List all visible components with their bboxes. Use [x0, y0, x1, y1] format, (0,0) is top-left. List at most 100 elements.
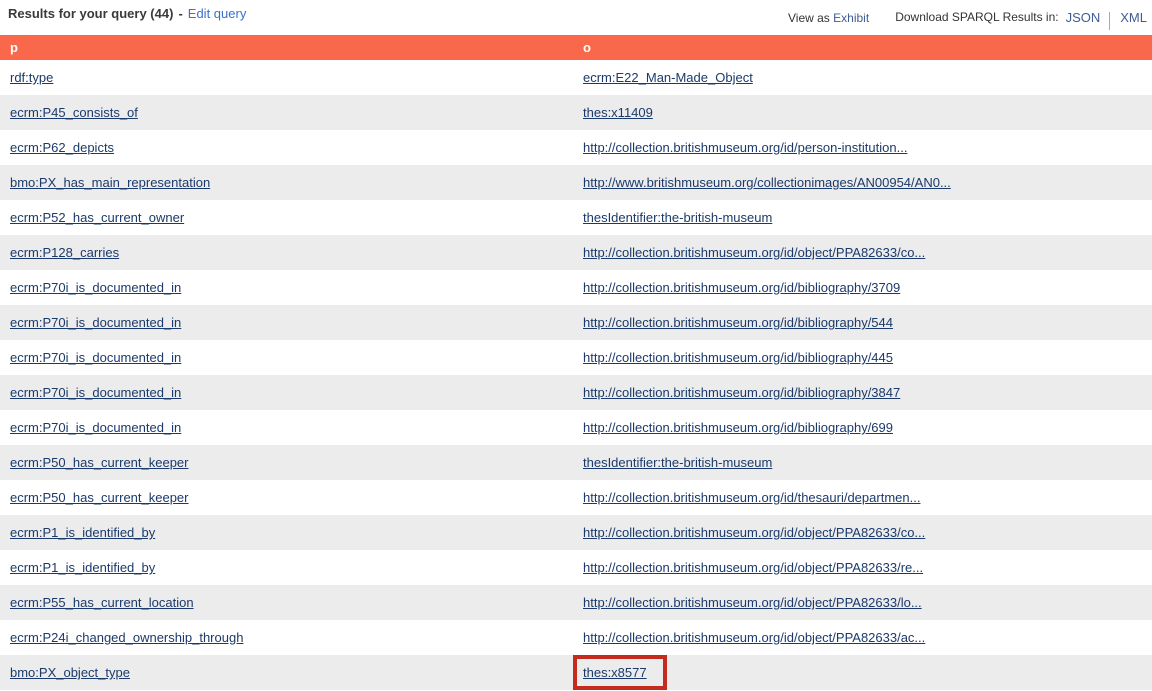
p-link[interactable]: ecrm:P128_carries [10, 245, 119, 260]
table-row: bmo:PX_object_type thes:x8577 [0, 655, 1152, 690]
o-link[interactable]: thes:x8577 [583, 665, 647, 680]
table-row: ecrm:P52_has_current_owner thesIdentifie… [0, 200, 1152, 235]
p-link[interactable]: ecrm:P24i_changed_ownership_through [10, 630, 243, 645]
table-row: ecrm:P50_has_current_keeper thesIdentifi… [0, 445, 1152, 480]
top-bar: Results for your query (44)-Edit query V… [0, 0, 1152, 35]
o-link[interactable]: thesIdentifier:the-british-museum [583, 455, 772, 470]
p-cell: ecrm:P128_carries [0, 245, 576, 260]
p-link[interactable]: ecrm:P70i_is_documented_in [10, 420, 181, 435]
o-link-wrap: http://collection.britishmuseum.org/id/o… [583, 595, 922, 610]
p-cell: ecrm:P70i_is_documented_in [0, 280, 576, 295]
p-link[interactable]: ecrm:P55_has_current_location [10, 595, 194, 610]
table-row: ecrm:P70i_is_documented_in http://collec… [0, 375, 1152, 410]
o-link[interactable]: http://collection.britishmuseum.org/id/o… [583, 595, 922, 610]
o-cell: http://collection.britishmuseum.org/id/b… [576, 385, 1152, 400]
o-link[interactable]: http://collection.britishmuseum.org/id/b… [583, 350, 893, 365]
p-link[interactable]: ecrm:P1_is_identified_by [10, 525, 155, 540]
p-cell: ecrm:P62_depicts [0, 140, 576, 155]
table-row: ecrm:P128_carries http://collection.brit… [0, 235, 1152, 270]
title-separator: - [178, 6, 182, 21]
o-link[interactable]: ecrm:E22_Man-Made_Object [583, 70, 753, 85]
p-link[interactable]: ecrm:P50_has_current_keeper [10, 455, 189, 470]
o-cell: thes:x11409 [576, 105, 1152, 120]
view-as-label: View as [788, 11, 830, 25]
o-link-wrap: http://collection.britishmuseum.org/id/o… [583, 525, 925, 540]
o-link[interactable]: http://collection.britishmuseum.org/id/t… [583, 490, 920, 505]
o-link-wrap: http://www.britishmuseum.org/collectioni… [583, 175, 951, 190]
download-label: Download SPARQL Results in: [895, 10, 1058, 24]
o-link[interactable]: http://collection.britishmuseum.org/id/o… [583, 630, 925, 645]
o-link[interactable]: thesIdentifier:the-british-museum [583, 210, 772, 225]
o-link-wrap: http://collection.britishmuseum.org/id/o… [583, 245, 925, 260]
p-link[interactable]: ecrm:P1_is_identified_by [10, 560, 155, 575]
table-row: ecrm:P50_has_current_keeper http://colle… [0, 480, 1152, 515]
table-row: ecrm:P70i_is_documented_in http://collec… [0, 270, 1152, 305]
o-link[interactable]: http://collection.britishmuseum.org/id/b… [583, 315, 893, 330]
download-json-link[interactable]: JSON [1066, 10, 1101, 25]
o-link[interactable]: http://collection.britishmuseum.org/id/b… [583, 280, 900, 295]
p-link[interactable]: rdf:type [10, 70, 53, 85]
o-cell: thesIdentifier:the-british-museum [576, 210, 1152, 225]
o-link-wrap: http://collection.britishmuseum.org/id/b… [583, 315, 893, 330]
results-table-body: rdf:type ecrm:E22_Man-Made_Object ecrm:P… [0, 60, 1152, 690]
exhibit-link[interactable]: Exhibit [833, 11, 869, 25]
table-row: ecrm:P70i_is_documented_in http://collec… [0, 340, 1152, 375]
table-row: ecrm:P1_is_identified_by http://collecti… [0, 515, 1152, 550]
download-xml-link[interactable]: XML [1120, 10, 1147, 25]
edit-query-link[interactable]: Edit query [188, 6, 247, 21]
top-right-controls: View as Exhibit Download SPARQL Results … [788, 9, 1147, 27]
p-cell: bmo:PX_object_type [0, 665, 576, 680]
results-title-area: Results for your query (44)-Edit query [8, 6, 246, 21]
p-cell: rdf:type [0, 70, 576, 85]
p-cell: bmo:PX_has_main_representation [0, 175, 576, 190]
o-cell: http://collection.britishmuseum.org/id/b… [576, 280, 1152, 295]
p-link[interactable]: ecrm:P70i_is_documented_in [10, 385, 181, 400]
table-row: ecrm:P45_consists_of thes:x11409 [0, 95, 1152, 130]
o-link[interactable]: http://collection.britishmuseum.org/id/o… [583, 560, 923, 575]
column-header-p: p [0, 40, 576, 55]
o-link[interactable]: http://collection.britishmuseum.org/id/b… [583, 385, 900, 400]
o-cell: http://collection.britishmuseum.org/id/b… [576, 350, 1152, 365]
p-link[interactable]: ecrm:P50_has_current_keeper [10, 490, 189, 505]
table-row: ecrm:P70i_is_documented_in http://collec… [0, 410, 1152, 445]
o-cell: http://collection.britishmuseum.org/id/b… [576, 315, 1152, 330]
p-link[interactable]: ecrm:P62_depicts [10, 140, 114, 155]
p-link[interactable]: bmo:PX_has_main_representation [10, 175, 210, 190]
o-link[interactable]: http://collection.britishmuseum.org/id/p… [583, 140, 907, 155]
table-row: ecrm:P1_is_identified_by http://collecti… [0, 550, 1152, 585]
p-cell: ecrm:P70i_is_documented_in [0, 420, 576, 435]
o-link[interactable]: http://collection.britishmuseum.org/id/o… [583, 245, 925, 260]
o-cell: http://collection.britishmuseum.org/id/b… [576, 420, 1152, 435]
p-cell: ecrm:P1_is_identified_by [0, 525, 576, 540]
o-link[interactable]: thes:x11409 [583, 105, 653, 120]
p-link[interactable]: ecrm:P70i_is_documented_in [10, 350, 181, 365]
table-header-row: p o [0, 35, 1152, 60]
json-xml-divider [1109, 12, 1110, 30]
highlight-annotation-box: thes:x8577 [573, 655, 667, 690]
o-link-wrap: http://collection.britishmuseum.org/id/b… [583, 420, 893, 435]
p-cell: ecrm:P50_has_current_keeper [0, 490, 576, 505]
results-title: Results for your query (44) [8, 6, 173, 21]
o-link-wrap: http://collection.britishmuseum.org/id/t… [583, 490, 920, 505]
o-link[interactable]: http://collection.britishmuseum.org/id/o… [583, 525, 925, 540]
o-link[interactable]: http://www.britishmuseum.org/collectioni… [583, 175, 951, 190]
p-link[interactable]: ecrm:P70i_is_documented_in [10, 280, 181, 295]
p-link[interactable]: bmo:PX_object_type [10, 665, 130, 680]
o-link-wrap: http://collection.britishmuseum.org/id/o… [583, 630, 925, 645]
p-cell: ecrm:P70i_is_documented_in [0, 350, 576, 365]
o-cell: thes:x8577 [576, 655, 1152, 690]
download-group: Download SPARQL Results in: JSON XML [895, 9, 1147, 27]
results-table: p o rdf:type ecrm:E22_Man-Made_Object ec… [0, 35, 1152, 690]
p-link[interactable]: ecrm:P52_has_current_owner [10, 210, 184, 225]
p-cell: ecrm:P70i_is_documented_in [0, 315, 576, 330]
p-cell: ecrm:P50_has_current_keeper [0, 455, 576, 470]
p-link[interactable]: ecrm:P70i_is_documented_in [10, 315, 181, 330]
table-row: ecrm:P55_has_current_location http://col… [0, 585, 1152, 620]
o-link-wrap: ecrm:E22_Man-Made_Object [583, 70, 753, 85]
p-link[interactable]: ecrm:P45_consists_of [10, 105, 138, 120]
o-cell: http://collection.britishmuseum.org/id/o… [576, 245, 1152, 260]
table-row: ecrm:P62_depicts http://collection.briti… [0, 130, 1152, 165]
view-as-group: View as Exhibit [788, 11, 869, 25]
o-link[interactable]: http://collection.britishmuseum.org/id/b… [583, 420, 893, 435]
o-link-wrap: thesIdentifier:the-british-museum [583, 455, 772, 470]
